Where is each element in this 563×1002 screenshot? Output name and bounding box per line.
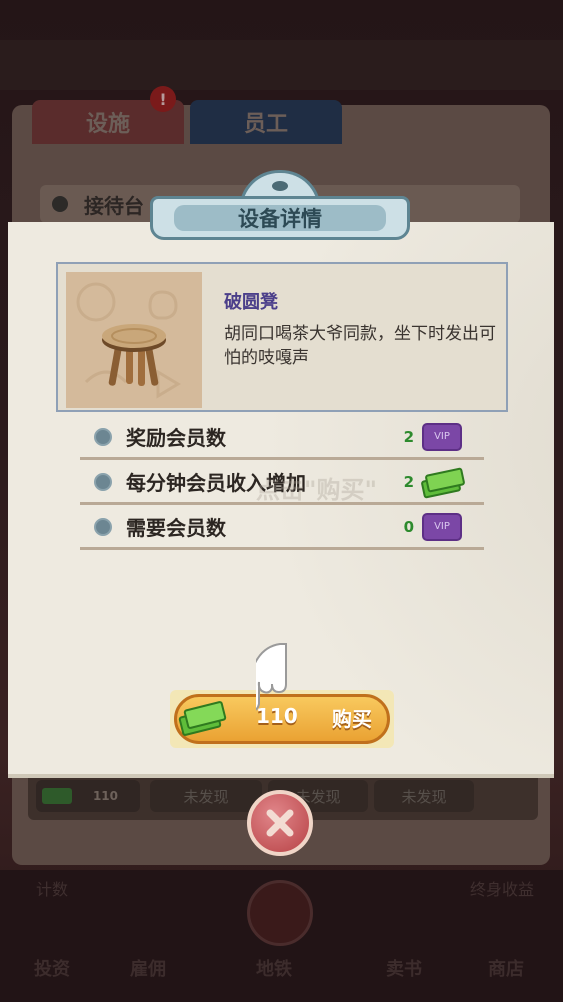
item-name: 破圆凳 xyxy=(224,292,278,313)
background-cash: 110 xyxy=(36,780,140,812)
dialog-title: 设备详情 xyxy=(174,205,386,231)
nav-item-shop: 商店 xyxy=(488,959,524,980)
dialog-title-plate: 设备详情 xyxy=(150,196,410,240)
stat-row-reward-members: 奖励会员数 2 VIP xyxy=(80,416,484,460)
tab-staff: 员工 xyxy=(190,100,342,144)
hint-watermark: 点击"购买" xyxy=(256,476,378,504)
bullet-icon xyxy=(94,517,112,536)
item-card: 破圆凳 胡同口喝茶大爷同款，坐下时发出可怕的吱嘎声 xyxy=(56,262,508,412)
stat-label: 需要会员数 xyxy=(126,516,226,540)
background-close-icon xyxy=(247,880,313,946)
row-dot-icon xyxy=(52,196,68,212)
stat-value: 2 xyxy=(403,472,414,491)
cash-icon xyxy=(42,788,72,804)
row-label: 接待台 xyxy=(84,193,144,218)
background-cash-value: 110 xyxy=(92,789,118,803)
stat-label: 奖励会员数 xyxy=(126,426,226,450)
stool-icon xyxy=(66,272,202,408)
vip-icon: VIP xyxy=(422,512,462,541)
hanger-hole-icon xyxy=(272,181,288,191)
nav-item-invest: 投资 xyxy=(34,959,70,980)
background-topbar xyxy=(0,40,563,90)
cash-icon xyxy=(178,700,227,737)
background-slot: 未发现 xyxy=(374,780,474,812)
pointing-hand-icon xyxy=(246,636,320,726)
stat-value: 2 xyxy=(403,427,414,446)
item-description: 胡同口喝茶大爷同款，坐下时发出可怕的吱嘎声 xyxy=(224,324,496,368)
background-right-label: 终身收益 xyxy=(470,880,535,899)
stat-row-required-members: 需要会员数 0 VIP xyxy=(80,506,484,550)
stat-value: 0 xyxy=(403,517,414,536)
notification-badge: ! xyxy=(150,86,176,112)
bullet-icon xyxy=(94,427,112,446)
background-left-label: 计数 xyxy=(36,880,69,899)
nav-item-hire: 雇佣 xyxy=(130,959,166,980)
nav-item-books: 卖书 xyxy=(386,959,422,980)
background-slot: 未发现 xyxy=(150,780,262,812)
bullet-icon xyxy=(94,472,112,491)
nav-item-metro: 地铁 xyxy=(256,959,292,980)
cash-icon xyxy=(420,466,466,499)
close-button[interactable] xyxy=(247,790,313,856)
vip-icon: VIP xyxy=(422,422,462,451)
buy-label: 购买 xyxy=(332,707,372,731)
close-icon xyxy=(266,809,294,837)
